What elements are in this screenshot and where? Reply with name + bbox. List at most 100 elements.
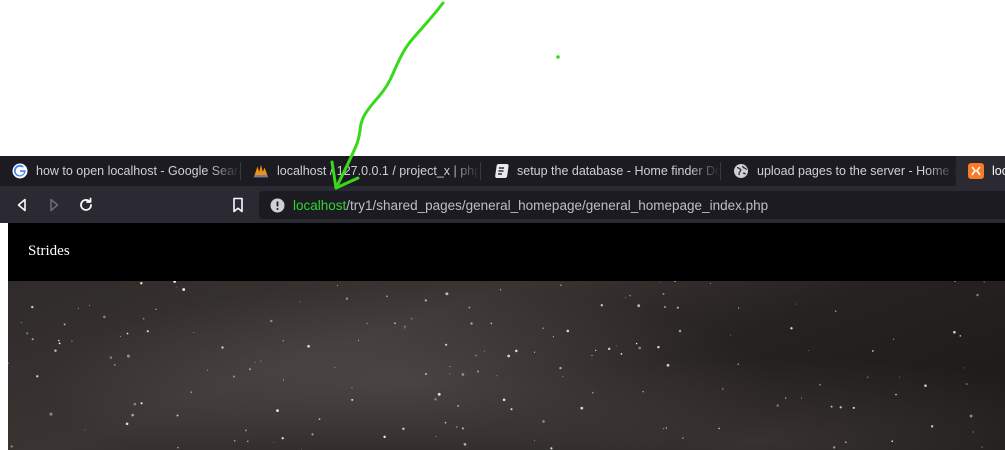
bookmark-icon[interactable]: [227, 194, 249, 216]
tab-phpmyadmin[interactable]: localhost / 127.0.0.1 / project_x | phpM…: [241, 156, 480, 186]
star: [58, 339, 60, 342]
star: [550, 447, 553, 450]
tab-label: how to open localhost - Google Search: [36, 164, 240, 178]
star: [534, 439, 535, 441]
star: [502, 398, 506, 402]
star: [8, 362, 9, 365]
star: [832, 446, 836, 449]
star: [470, 322, 473, 325]
star: [424, 372, 428, 376]
tab-setup-database[interactable]: setup the database - Home finder Docs: [481, 156, 720, 186]
star: [930, 425, 934, 428]
star: [307, 344, 310, 348]
star: [642, 391, 644, 393]
url-text: localhost/try1/shared_pages/general_home…: [293, 198, 768, 213]
star: [638, 346, 642, 350]
star: [337, 285, 339, 287]
star: [924, 384, 927, 387]
tab-label: localhost: [992, 164, 1005, 178]
star: [273, 442, 275, 444]
star: [510, 408, 513, 411]
tab-upload-pages[interactable]: upload pages to the server - Home finder: [721, 156, 956, 186]
star: [173, 281, 177, 283]
star: [133, 402, 137, 406]
star: [254, 362, 256, 364]
star: [36, 375, 39, 378]
star: [386, 295, 388, 298]
star: [737, 363, 739, 365]
star: [190, 391, 192, 393]
star: [449, 373, 451, 375]
star: [718, 427, 720, 430]
star: [77, 307, 79, 309]
back-icon[interactable]: [11, 194, 33, 216]
site-info-icon[interactable]: [269, 197, 285, 213]
star: [562, 376, 564, 378]
star: [31, 305, 34, 309]
xampp-icon: [968, 163, 984, 179]
star: [410, 317, 413, 320]
star: [507, 354, 511, 358]
star: [119, 335, 121, 338]
star: [351, 387, 353, 388]
reload-icon[interactable]: [75, 194, 97, 216]
star: [776, 404, 779, 407]
star: [402, 427, 405, 430]
star: [394, 322, 396, 324]
star: [63, 323, 66, 326]
star: [966, 383, 968, 385]
star: [722, 388, 724, 390]
star: [474, 354, 477, 357]
phpmyadmin-icon: [253, 163, 269, 179]
tab-localhost[interactable]: localhost: [956, 156, 1005, 186]
star: [895, 393, 897, 396]
star: [270, 319, 273, 323]
star: [176, 414, 179, 417]
star: [140, 402, 143, 405]
star: [542, 327, 544, 329]
star: [247, 440, 249, 442]
docs-icon: [493, 163, 509, 179]
star: [140, 281, 143, 285]
star: [566, 329, 570, 333]
tab-google-search[interactable]: how to open localhost - Google Search: [0, 156, 240, 186]
star: [872, 350, 874, 352]
star: [31, 338, 34, 341]
star: [113, 364, 116, 366]
globe-icon: [733, 163, 749, 179]
star: [969, 414, 973, 418]
star: [276, 409, 279, 412]
star: [476, 370, 480, 373]
star: [366, 322, 368, 325]
star: [625, 297, 627, 299]
star: [819, 383, 821, 386]
star: [437, 392, 441, 396]
star: [177, 446, 179, 449]
tab-label: upload pages to the server - Home finder: [757, 164, 956, 178]
star: [484, 350, 486, 352]
star: [674, 281, 676, 283]
star: [182, 288, 186, 291]
star: [542, 420, 545, 423]
star: [591, 391, 594, 394]
star: [445, 292, 449, 296]
forward-icon[interactable]: [43, 194, 65, 216]
web-page: Strides: [8, 223, 1005, 450]
star: [131, 413, 135, 417]
star: [552, 336, 554, 338]
star: [383, 435, 386, 439]
star: [738, 307, 740, 309]
star: [461, 373, 465, 376]
star: [109, 356, 113, 359]
site-brand[interactable]: Strides: [28, 243, 70, 260]
star: [103, 315, 106, 319]
url-path: /try1/shared_pages/general_homepage/gene…: [346, 197, 769, 213]
star: [461, 427, 464, 430]
star: [334, 366, 336, 368]
star: [534, 351, 536, 353]
star: [662, 292, 665, 295]
star: [244, 429, 247, 432]
star: [663, 305, 667, 309]
hero-image: [8, 281, 1005, 450]
address-bar[interactable]: localhost/try1/shared_pages/general_home…: [259, 191, 1005, 219]
